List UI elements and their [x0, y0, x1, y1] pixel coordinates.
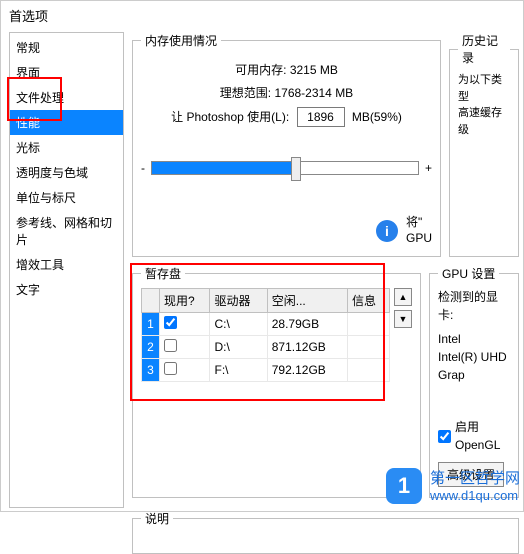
sidebar-item-cursors[interactable]: 光标	[10, 135, 123, 160]
col-info[interactable]: 信息	[347, 289, 389, 313]
main-area: 常规 界面 文件处理 性能 光标 透明度与色域 单位与标尺 参考线、网格和切片 …	[1, 30, 523, 512]
slider-plus: +	[425, 161, 432, 175]
content-area: 内存使用情况 可用内存: 3215 MB 理想范围: 1768-2314 MB …	[128, 30, 523, 512]
available-mem-value: 3215 MB	[290, 63, 338, 77]
preferences-window: 首选项 常规 界面 文件处理 性能 光标 透明度与色域 单位与标尺 参考线、网格…	[0, 0, 524, 512]
sidebar-item-interface[interactable]: 界面	[10, 60, 123, 85]
category-sidebar: 常规 界面 文件处理 性能 光标 透明度与色域 单位与标尺 参考线、网格和切片 …	[9, 32, 124, 508]
enable-opengl-label: 启用 OpenGL	[455, 418, 510, 454]
history-legend: 历史记录	[458, 32, 510, 66]
move-down-button[interactable]: ▼	[394, 310, 412, 328]
scratch-active-checkbox[interactable]	[164, 339, 177, 352]
slider-thumb[interactable]	[291, 157, 301, 181]
table-row[interactable]: 1 C:\ 28.79GB	[142, 313, 390, 336]
ideal-range-value: 1768-2314 MB	[274, 86, 353, 100]
sidebar-item-transparency[interactable]: 透明度与色域	[10, 160, 123, 185]
sidebar-item-type[interactable]: 文字	[10, 277, 123, 302]
description-group: 说明	[132, 510, 519, 554]
history-line1: 为以下类型	[458, 72, 510, 105]
gpu-legend: GPU 设置	[438, 265, 499, 282]
sidebar-item-plugins[interactable]: 增效工具	[10, 252, 123, 277]
scratch-disks-table: 现用? 驱动器 空闲... 信息 1 C:\	[141, 288, 390, 382]
table-row[interactable]: 2 D:\ 871.12GB	[142, 336, 390, 359]
history-line2: 高速缓存级	[458, 105, 510, 138]
table-row[interactable]: 3 F:\ 792.12GB	[142, 359, 390, 382]
memory-legend: 内存使用情况	[141, 32, 221, 49]
scratch-active-checkbox[interactable]	[164, 316, 177, 329]
scratch-legend: 暂存盘	[141, 265, 185, 282]
info-text: 将" GPU	[406, 215, 432, 246]
col-free[interactable]: 空闲...	[267, 289, 347, 313]
col-drive[interactable]: 驱动器	[210, 289, 267, 313]
let-ps-use-label: 让 Photoshop 使用(L):	[171, 108, 289, 125]
detected-gpu-label: 检测到的显卡:	[438, 288, 510, 324]
scratch-active-checkbox[interactable]	[164, 362, 177, 375]
enable-opengl-checkbox[interactable]	[438, 430, 451, 443]
gpu-card-1: Intel	[438, 330, 510, 348]
sidebar-item-general[interactable]: 常规	[10, 35, 123, 60]
available-mem-label: 可用内存:	[235, 61, 286, 78]
watermark-url: www.d1qu.com	[430, 488, 520, 503]
gpu-settings-group: GPU 设置 检测到的显卡: Intel Intel(R) UHD Grap 启…	[429, 265, 519, 498]
info-icon: i	[376, 220, 398, 242]
scratch-disks-group: 暂存盘 现用? 驱动器 空闲... 信息	[132, 265, 421, 498]
reorder-buttons: ▲ ▼	[394, 288, 412, 328]
watermark-icon: 1	[386, 468, 422, 504]
ideal-range-label: 理想范围:	[220, 84, 271, 101]
sidebar-item-guides[interactable]: 参考线、网格和切片	[10, 210, 123, 252]
memory-unit: MB(59%)	[352, 110, 402, 124]
history-group: 历史记录 为以下类型 高速缓存级	[449, 32, 519, 257]
memory-input[interactable]	[297, 107, 345, 127]
slider-fill	[152, 162, 296, 174]
gpu-card-2: Intel(R) UHD Grap	[438, 348, 510, 384]
col-active[interactable]: 现用?	[160, 289, 210, 313]
watermark: 1 第一区哲学网 www.d1qu.com	[386, 468, 520, 504]
memory-slider[interactable]	[151, 161, 419, 175]
desc-legend: 说明	[141, 510, 173, 527]
sidebar-item-units[interactable]: 单位与标尺	[10, 185, 123, 210]
memory-usage-group: 内存使用情况 可用内存: 3215 MB 理想范围: 1768-2314 MB …	[132, 32, 441, 257]
sidebar-item-performance[interactable]: 性能	[10, 110, 123, 135]
window-title: 首选项	[1, 1, 523, 30]
watermark-text: 第一区哲学网	[430, 470, 520, 488]
slider-minus: -	[141, 161, 145, 175]
move-up-button[interactable]: ▲	[394, 288, 412, 306]
sidebar-item-filehandling[interactable]: 文件处理	[10, 85, 123, 110]
